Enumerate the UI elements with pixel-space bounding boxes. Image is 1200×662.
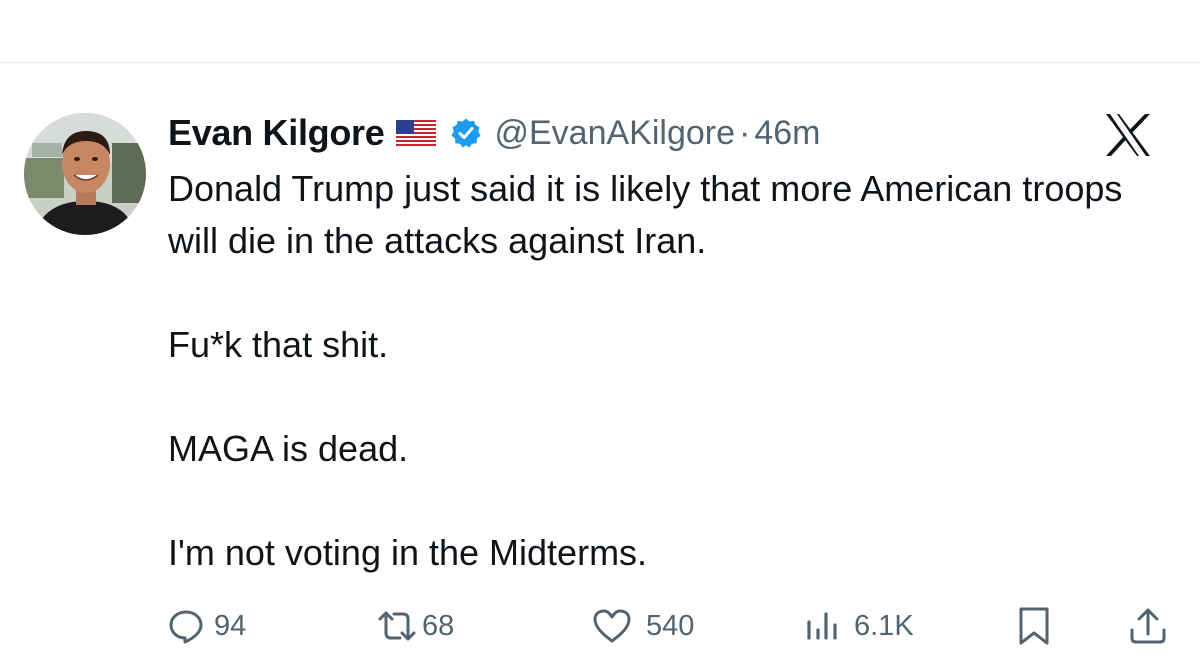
tweet-paragraph: Donald Trump just said it is likely that… <box>168 168 1123 261</box>
heart-icon <box>592 608 632 644</box>
views-button[interactable]: 6.1K <box>804 598 914 654</box>
prev-like-icon[interactable] <box>596 0 624 8</box>
tweet-text: Donald Trump just said it is likely that… <box>168 163 1178 579</box>
prev-views-icon[interactable] <box>808 0 836 8</box>
tweet-paragraph: MAGA is dead. <box>168 428 409 469</box>
display-name[interactable]: Evan Kilgore <box>168 112 385 154</box>
prev-repost-icon[interactable] <box>380 0 408 8</box>
previous-tweet-actions <box>0 0 1200 10</box>
verified-badge-icon[interactable] <box>450 117 482 149</box>
views-count: 6.1K <box>854 609 914 642</box>
bar-chart-icon <box>804 608 840 644</box>
prev-bookmark-icon[interactable] <box>1020 0 1048 8</box>
reply-button[interactable]: 94 <box>168 598 246 654</box>
repost-count: 68 <box>422 609 455 642</box>
us-flag-icon <box>396 120 437 146</box>
tweet-paragraph: Fu*k that shit. <box>168 324 389 365</box>
prev-share-icon[interactable] <box>1130 0 1158 8</box>
like-button[interactable]: 540 <box>592 598 694 654</box>
like-count: 540 <box>646 609 695 642</box>
reply-count: 94 <box>214 609 247 642</box>
bookmark-button[interactable] <box>1016 598 1052 654</box>
separator-dot: · <box>739 113 751 152</box>
tweet-actions: 94 68 540 6.1K <box>168 598 1178 654</box>
avatar[interactable] <box>24 113 146 235</box>
user-handle[interactable]: @EvanAKilgore <box>494 114 735 153</box>
share-upload-icon <box>1128 606 1168 646</box>
x-logo-icon <box>1104 113 1152 157</box>
share-button[interactable] <box>1128 598 1168 654</box>
speech-bubble-icon <box>168 608 204 644</box>
tweet-header: Evan Kilgore @EvanAKilgore · 46m <box>168 108 820 158</box>
tweet-divider <box>0 62 1200 63</box>
repost-arrows-icon <box>376 608 418 644</box>
timestamp[interactable]: 46m <box>754 114 820 153</box>
tweet-paragraph: I'm not voting in the Midterms. <box>168 532 648 573</box>
prev-reply-icon[interactable] <box>176 0 204 8</box>
bookmark-icon <box>1016 606 1052 646</box>
repost-button[interactable]: 68 <box>376 598 454 654</box>
